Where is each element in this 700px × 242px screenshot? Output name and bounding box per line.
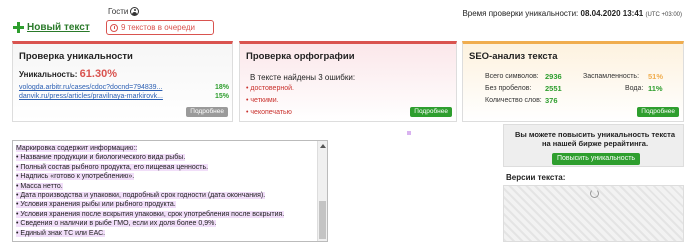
error-item[interactable]: • чекопечатью bbox=[246, 109, 292, 116]
source-row: danvik.ru/press/articles/pravilnaya-mark… bbox=[19, 93, 229, 100]
editor-line: • Название продукции и биологического ви… bbox=[16, 154, 186, 162]
queue-badge: 9 текстов в очереди bbox=[106, 20, 214, 35]
total-chars-label: Всего символов: bbox=[485, 73, 539, 80]
words-label: Количество слов: bbox=[485, 97, 542, 104]
water-value: 11% bbox=[648, 84, 663, 93]
new-text-label[interactable]: Новый текст bbox=[27, 22, 90, 33]
uniqueness-label: Уникальность: bbox=[19, 70, 78, 79]
no-spaces-label: Без пробелов: bbox=[485, 85, 532, 92]
error-item[interactable]: • четкими. bbox=[246, 97, 279, 104]
new-text-button[interactable]: Новый текст bbox=[13, 22, 90, 33]
seo-title: SEO-анализ текста bbox=[469, 51, 558, 62]
spelling-more-button[interactable]: Подробнее bbox=[410, 107, 452, 117]
text-editor[interactable]: Маркировка содержит информацию:: • Назва… bbox=[12, 140, 328, 242]
uniqueness-more-button[interactable]: Подробнее bbox=[186, 107, 228, 117]
guests-label: Гости bbox=[108, 7, 129, 16]
scroll-thumb[interactable] bbox=[319, 201, 326, 239]
versions-label: Версии текста: bbox=[506, 173, 566, 182]
editor-line: • Масса нетто. bbox=[16, 182, 63, 190]
cursor-marker bbox=[407, 131, 411, 135]
check-time-value: 08.04.2020 13:41 bbox=[580, 9, 644, 18]
uniqueness-value: 61.30% bbox=[79, 68, 117, 80]
spam-label: Заспамленность: bbox=[583, 73, 640, 80]
total-chars-value: 2936 bbox=[545, 72, 562, 81]
source-percent: 18% bbox=[214, 84, 229, 91]
guests-indicator: Гости bbox=[108, 7, 140, 16]
plus-icon bbox=[13, 22, 24, 33]
editor-line: • Полный состав рыбного продукта, его пи… bbox=[16, 163, 209, 171]
source-link[interactable]: vologda.arbitr.ru/cases/cdoc?docnd=79483… bbox=[19, 84, 162, 91]
editor-line: • Надпись «готово к употреблению». bbox=[16, 173, 135, 181]
editor-line: • Условия хранения рыбы или рыбного прод… bbox=[16, 201, 176, 209]
spelling-title: Проверка орфографии bbox=[246, 51, 355, 62]
loading-spinner-icon bbox=[590, 189, 599, 198]
error-item[interactable]: • достоверной. bbox=[246, 85, 294, 92]
no-spaces-value: 2551 bbox=[545, 84, 562, 93]
spelling-card: Проверка орфографии В тексте найдены 3 о… bbox=[239, 41, 457, 122]
editor-line: • Дата производства и упаковки, подробны… bbox=[16, 192, 266, 200]
versions-panel bbox=[503, 185, 684, 242]
queue-text: 9 текстов в очереди bbox=[121, 23, 196, 32]
rewrite-text: Вы можете повысить уникальность текста н… bbox=[514, 130, 675, 148]
check-time-label: Время проверки уникальности: bbox=[462, 9, 579, 18]
timezone: (UTC +03:00) bbox=[645, 12, 682, 18]
seo-card: SEO-анализ текста Всего символов: 2936 Б… bbox=[462, 41, 684, 122]
uniqueness-label-row: Уникальность: 61.30% bbox=[19, 68, 117, 80]
scroll-up-arrow-icon[interactable] bbox=[320, 144, 326, 148]
boost-uniqueness-button[interactable]: Повысить уникальность bbox=[552, 153, 640, 165]
editor-lines: Маркировка содержит информацию:: • Назва… bbox=[16, 144, 316, 238]
editor-scrollbar[interactable] bbox=[317, 141, 327, 241]
source-link[interactable]: danvik.ru/press/articles/pravilnaya-mark… bbox=[19, 93, 163, 100]
editor-line: Маркировка содержит информацию:: bbox=[16, 145, 138, 152]
editor-line: • Условия хранения после вскрытия упаков… bbox=[16, 210, 285, 218]
water-label: Вода: bbox=[625, 85, 644, 92]
uniqueness-title: Проверка уникальности bbox=[19, 51, 133, 62]
uniqueness-card: Проверка уникальности Уникальность: 61.3… bbox=[12, 41, 233, 122]
editor-line: • Единый знак ТС или ЕАС. bbox=[16, 229, 106, 237]
spam-value: 51% bbox=[648, 72, 664, 81]
check-time: Время проверки уникальности: 08.04.2020 … bbox=[462, 9, 682, 18]
clock-icon bbox=[110, 23, 118, 32]
source-row: vologda.arbitr.ru/cases/cdoc?docnd=79483… bbox=[19, 84, 229, 91]
source-percent: 15% bbox=[214, 93, 229, 100]
seo-more-button[interactable]: Подробнее bbox=[637, 107, 679, 117]
errors-heading: В тексте найдены 3 ошибки: bbox=[250, 73, 356, 82]
words-value: 376 bbox=[545, 96, 558, 105]
editor-line: • Сведения о наличии в рыбе ГМО, если их… bbox=[16, 220, 217, 228]
user-icon bbox=[130, 7, 140, 16]
rewrite-promo: Вы можете повысить уникальность текста н… bbox=[503, 124, 684, 167]
